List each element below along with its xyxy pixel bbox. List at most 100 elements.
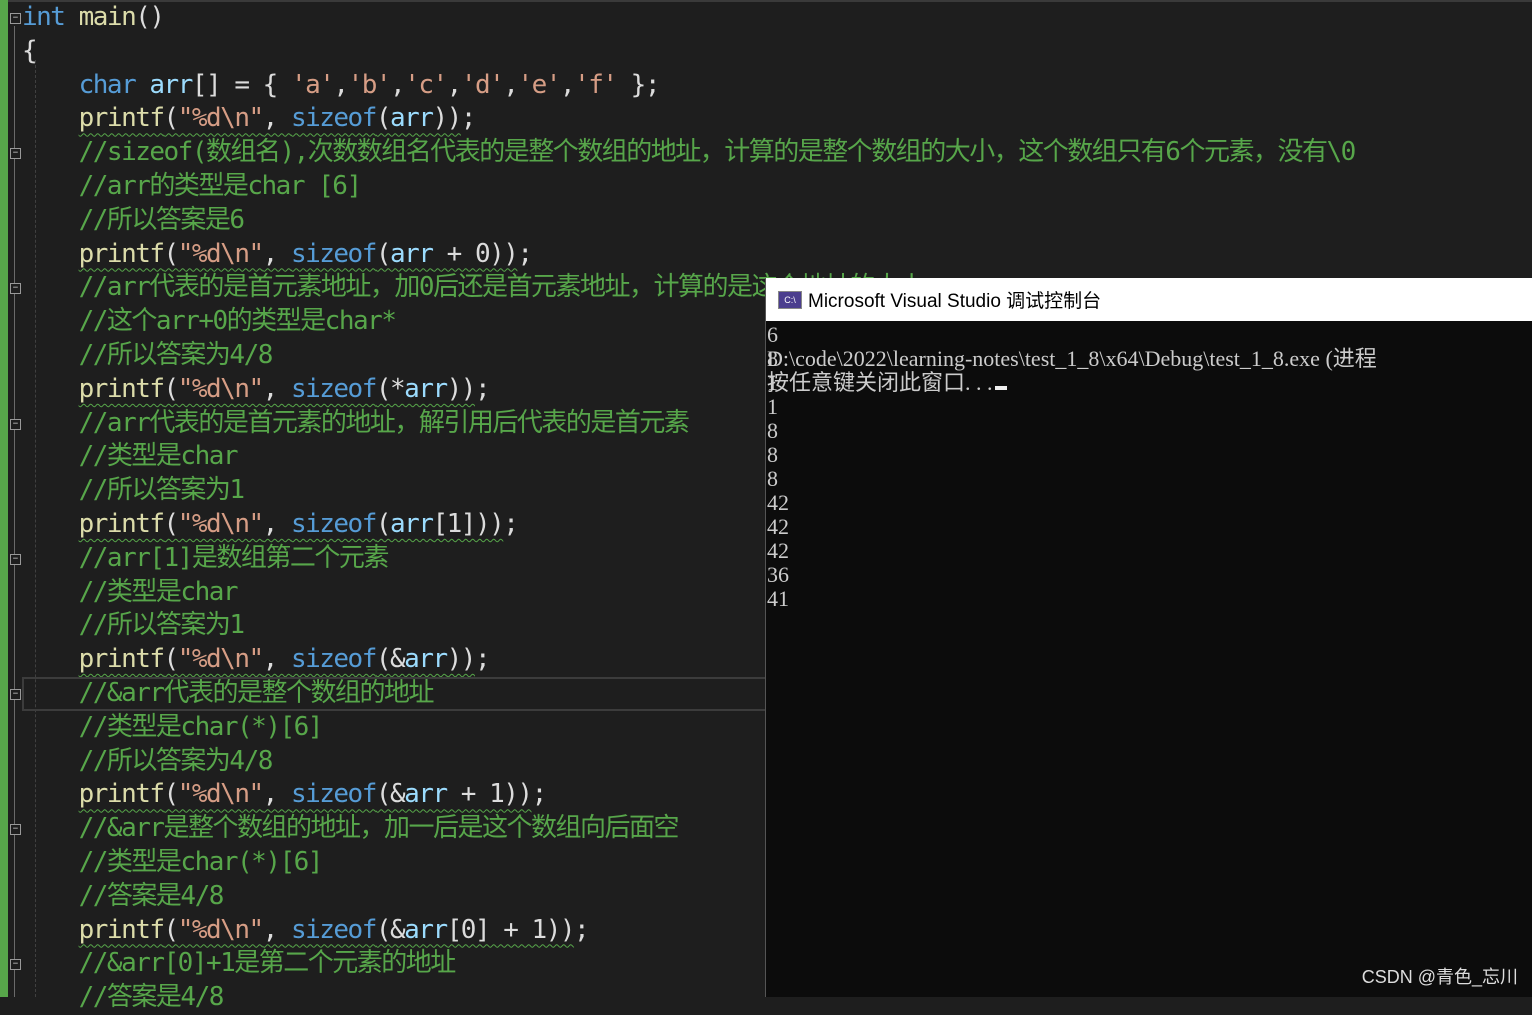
collapse-icon[interactable]: − [10,689,21,700]
code-token: ( [163,644,180,675]
code-token: ( [163,373,180,404]
code-token: //所以答案为1 [22,610,245,641]
code-token: , [262,779,291,810]
code-token: , [262,103,291,134]
code-token: ; [517,238,533,269]
code-token: )) [446,644,477,675]
code-token: 'b' [347,69,392,100]
code-token: (& [375,644,406,675]
code-token: arr [404,373,448,404]
code-token: sizeof [290,644,377,675]
collapse-icon[interactable]: − [10,418,21,430]
code-token: "%d\n" [177,644,264,675]
console-output-line: 42 [767,490,789,515]
code-token: , [262,508,291,539]
code-token: , [390,69,406,100]
code-token: , [503,69,519,100]
console-title-bar[interactable]: C:\ Microsoft Visual Studio 调试控制台 [766,278,1532,321]
code-line[interactable]: printf("%d\n", sizeof(arr + 0)); [22,238,1532,272]
code-token: printf [78,508,165,539]
code-token: , [559,69,576,100]
code-line[interactable]: char arr[] = { 'a','b','c','d','e','f' }… [22,69,1532,103]
code-token: //&arr代表的是整个数组的地址 [22,677,435,708]
code-token: ; [574,914,590,945]
code-token: ( [375,508,392,539]
console-output-line: 8 [767,418,778,443]
code-token: //类型是char(*)[6] [22,846,324,877]
code-token: , [262,914,291,945]
code-token: 'f' [574,69,618,100]
code-line[interactable]: //arr的类型是char [6] [22,170,1532,204]
collapse-icon[interactable]: − [10,13,21,24]
code-token: //arr代表的是首元素的地址，解引用后代表的是首元素 [22,407,690,438]
collapse-icon[interactable]: − [10,283,21,295]
code-token: , [446,69,463,100]
console-output-line: 42 [767,538,789,563]
code-token: ; [474,373,491,404]
code-token: arr [149,69,193,100]
code-token: char [22,69,150,100]
code-token: ; [474,644,491,675]
code-token: , [333,69,349,100]
code-token: //所以答案为1 [22,475,245,506]
code-token: printf [78,779,165,810]
code-token: "%d\n" [177,103,264,134]
console-app-icon: C:\ [778,290,802,309]
code-token: () [135,2,165,32]
code-token: ; [460,103,477,134]
code-token: ; [503,508,519,539]
code-line[interactable]: //sizeof(数组名),次数数组名代表的是整个数组的地址，计算的是整个数组的… [22,136,1532,170]
code-token: sizeof [290,238,377,269]
collapse-icon[interactable]: − [10,959,21,971]
code-token: //所以答案为4/8 [22,339,274,370]
code-token: //所以答案是6 [22,204,245,235]
console-output-line: 6 [767,322,778,347]
collapse-icon[interactable]: − [10,148,21,160]
code-line[interactable]: printf("%d\n", sizeof(arr)); [22,102,1532,136]
code-token: }; [616,69,661,100]
code-token: "%d\n" [177,238,264,269]
console-output-line: 1 [767,394,778,419]
console-exit-line: D:\code\2022\learning-notes\test_1_8\x64… [767,346,1377,371]
code-token: ( [163,508,180,539]
code-token: [1])) [432,508,504,539]
debug-console-window[interactable]: C:\ Microsoft Visual Studio 调试控制台 681188… [765,278,1532,997]
outline-gutter-line [14,26,15,997]
code-token: printf [78,238,165,269]
code-token: , [262,644,291,675]
code-token: ; [531,779,548,810]
code-token: //sizeof(数组名),次数数组名代表的是整个数组的地址，计算的是整个数组的… [22,137,1357,168]
code-token: int [22,2,79,32]
code-token: arr [390,103,434,134]
text-cursor [994,386,1007,390]
code-token: sizeof [290,373,377,404]
code-token: [0] + 1)) [446,914,576,945]
code-token: ( [375,238,392,269]
code-token: //类型是char [22,441,239,472]
console-prompt-line: 按任意键关闭此窗口. . . [767,371,1532,395]
code-token: "%d\n" [177,779,264,810]
code-token: //这个arr+0的类型是char* [22,306,397,337]
collapse-icon[interactable]: − [10,553,21,565]
console-output-line: 36 [767,562,789,587]
code-token: //答案是4/8 [22,880,225,911]
code-line[interactable]: //所以答案是6 [22,204,1532,238]
code-token: + 1)) [446,779,533,810]
watermark: CSDN @青色_忘川 [1361,967,1518,987]
code-token: , [262,373,291,404]
code-token: //arr[1]是数组第二个元素 [22,542,390,573]
code-token: printf [78,914,165,945]
code-line[interactable]: { [22,35,1532,69]
collapse-icon[interactable]: − [10,824,21,836]
code-token: "%d\n" [177,508,264,539]
code-token: //所以答案为4/8 [22,745,274,776]
code-token: arr [404,779,448,810]
code-token: arr [390,238,434,269]
code-line[interactable]: int main() [22,1,1532,35]
code-token: 'd' [460,69,505,100]
change-tracking-bar [0,0,8,997]
